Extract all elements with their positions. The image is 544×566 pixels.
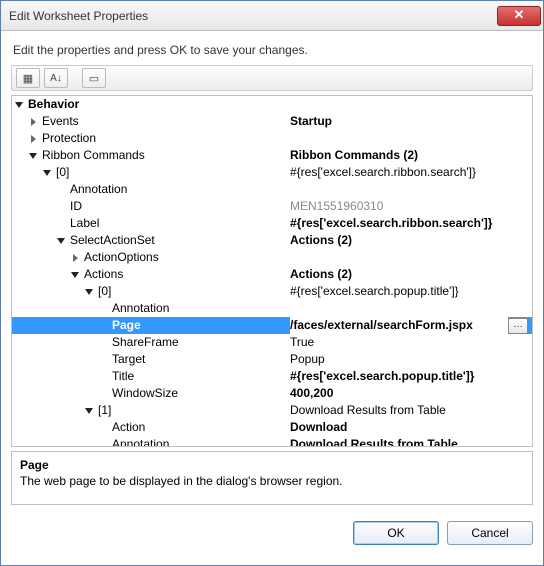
instruction-text: Edit the properties and press OK to save…	[13, 43, 533, 57]
close-button[interactable]: ✕	[497, 6, 541, 26]
sort-button[interactable]: A↓	[44, 68, 68, 88]
category-label: Behavior	[26, 96, 79, 113]
prop-id[interactable]: ID MEN1551960310	[12, 198, 532, 215]
description-text: The web page to be displayed in the dial…	[20, 474, 524, 488]
page-browse-button[interactable]: …	[508, 318, 528, 334]
prop-action-0[interactable]: [0] #{res['excel.search.popup.title']}	[12, 283, 532, 300]
title-bar: Edit Worksheet Properties ✕	[1, 1, 543, 31]
prop-a0-page[interactable]: Page /faces/external/searchForm.jspx …	[12, 317, 532, 334]
pages-icon: ▭	[89, 72, 99, 85]
prop-events[interactable]: Events Startup	[12, 113, 532, 130]
prop-a0-title[interactable]: Title #{res['excel.search.popup.title']}	[12, 368, 532, 385]
categorized-button[interactable]: ▦	[16, 68, 40, 88]
prop-a1-annotation[interactable]: Annotation Download Results from Table	[12, 436, 532, 447]
dialog-buttons: OK Cancel	[11, 521, 533, 545]
prop-a0-target[interactable]: Target Popup	[12, 351, 532, 368]
description-panel: Page The web page to be displayed in the…	[11, 451, 533, 505]
prop-ribbon-commands[interactable]: Ribbon Commands Ribbon Commands (2)	[12, 147, 532, 164]
prop-a0-shareframe[interactable]: ShareFrame True	[12, 334, 532, 351]
description-title: Page	[20, 458, 524, 472]
prop-label[interactable]: Label #{res['excel.search.ribbon.search'…	[12, 215, 532, 232]
sort-icon: A↓	[50, 73, 62, 84]
prop-annotation[interactable]: Annotation	[12, 181, 532, 198]
cancel-button[interactable]: Cancel	[447, 521, 533, 545]
prop-select-action-set[interactable]: SelectActionSet Actions (2)	[12, 232, 532, 249]
prop-ribbon-0[interactable]: [0] #{res['excel.search.ribbon.search']}	[12, 164, 532, 181]
prop-protection[interactable]: Protection	[12, 130, 532, 147]
close-icon: ✕	[514, 7, 525, 22]
prop-a0-windowsize[interactable]: WindowSize 400,200	[12, 385, 532, 402]
prop-action-options[interactable]: ActionOptions	[12, 249, 532, 266]
toolbar: ▦ A↓ ▭	[11, 65, 533, 91]
prop-action-1[interactable]: [1] Download Results from Table	[12, 402, 532, 419]
prop-actions[interactable]: Actions Actions (2)	[12, 266, 532, 283]
dialog-content: Edit the properties and press OK to save…	[1, 31, 543, 555]
ok-button[interactable]: OK	[353, 521, 439, 545]
property-pages-button[interactable]: ▭	[82, 68, 106, 88]
category-behavior[interactable]: Behavior	[12, 96, 532, 113]
window-title: Edit Worksheet Properties	[9, 9, 497, 23]
prop-a0-annotation[interactable]: Annotation	[12, 300, 532, 317]
prop-a1-action[interactable]: Action Download	[12, 419, 532, 436]
grid-icon: ▦	[23, 72, 33, 85]
property-grid[interactable]: Behavior Events Startup Protection Ribbo…	[11, 95, 533, 447]
